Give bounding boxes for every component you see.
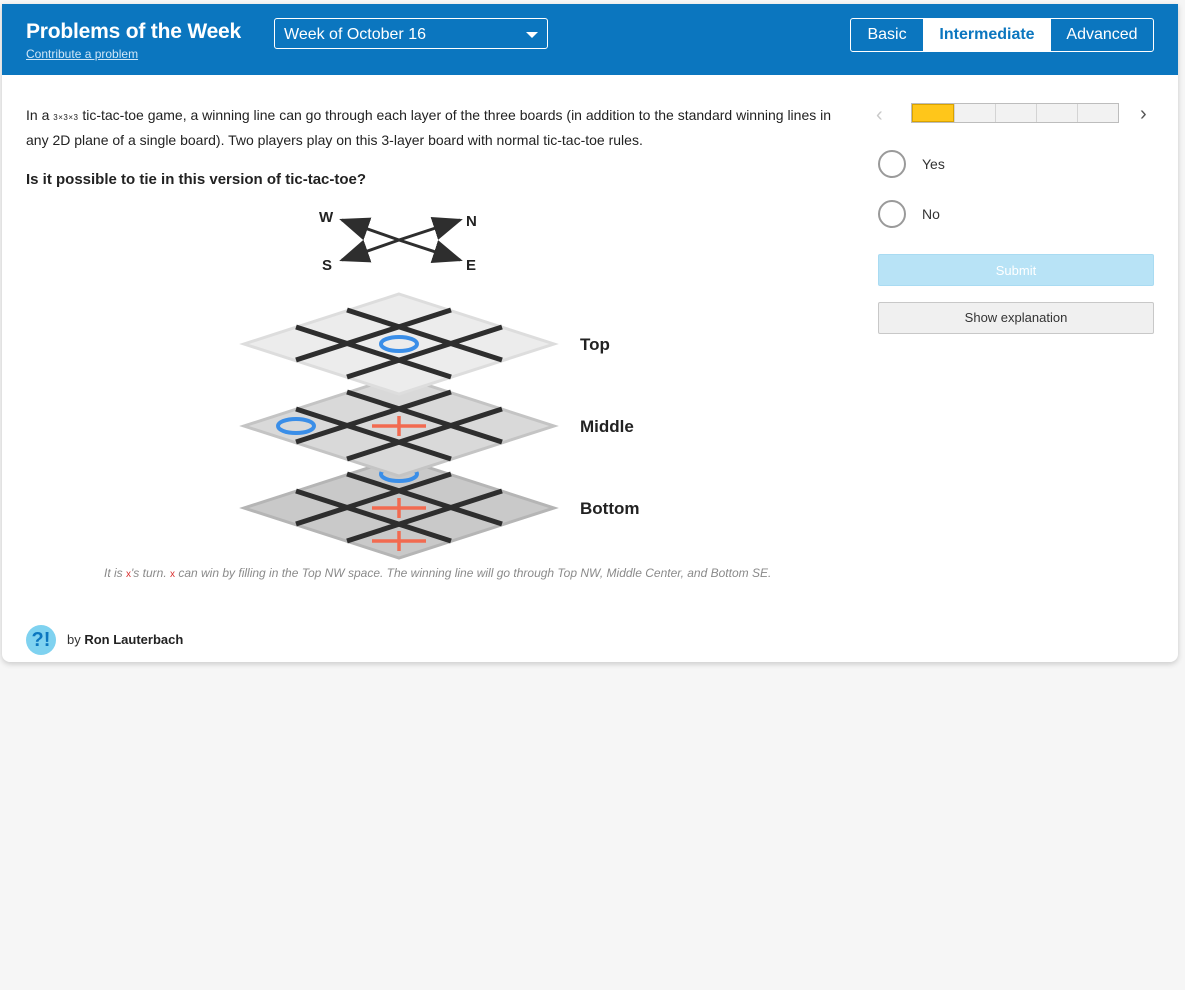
tab-intermediate[interactable]: Intermediate xyxy=(923,19,1050,51)
chevron-left-icon[interactable]: ‹ xyxy=(876,104,883,127)
caption-b: 's turn. xyxy=(131,566,170,580)
caption-c: can win by filling in the Top NW space. … xyxy=(175,566,772,580)
tab-basic[interactable]: Basic xyxy=(851,19,923,51)
problem-card: Problems of the Week Contribute a proble… xyxy=(2,4,1178,662)
submit-button[interactable]: Submit xyxy=(878,254,1154,286)
layer-label-top: Top xyxy=(580,335,610,354)
brilliant-logo-icon: ?! xyxy=(26,625,56,655)
problem-progress xyxy=(911,103,1119,123)
layer-label-middle: Middle xyxy=(580,417,634,436)
layer-label-bottom: Bottom xyxy=(580,499,639,518)
progress-segment xyxy=(912,104,954,122)
level-tabs: Basic Intermediate Advanced xyxy=(850,18,1154,52)
progress-segment xyxy=(1077,104,1118,122)
figure-caption: It is x's turn. x can win by filling in … xyxy=(104,566,804,580)
compass-w: W xyxy=(319,209,334,226)
radio-no[interactable] xyxy=(878,200,906,228)
tab-advanced[interactable]: Advanced xyxy=(1050,19,1153,51)
compass: W N S E xyxy=(319,209,477,274)
tic-tac-toe-figure: W N S E Top Middle Bottom xyxy=(239,209,639,560)
layer-top xyxy=(239,292,559,396)
chevron-right-icon[interactable]: › xyxy=(1140,103,1147,126)
progress-segment xyxy=(1036,104,1077,122)
author-by-label: by xyxy=(67,632,85,647)
compass-n: N xyxy=(466,213,477,230)
compass-s: S xyxy=(322,257,332,274)
radio-yes[interactable] xyxy=(878,150,906,178)
choice-no-label: No xyxy=(922,206,940,222)
author-name[interactable]: Ron Lauterbach xyxy=(84,632,183,647)
compass-e: E xyxy=(466,257,476,274)
progress-segment xyxy=(954,104,995,122)
caption-a: It is xyxy=(104,566,127,580)
choice-yes-label: Yes xyxy=(922,156,945,172)
show-explanation-button[interactable]: Show explanation xyxy=(878,302,1154,334)
progress-segment xyxy=(995,104,1036,122)
author-by: by Ron Lauterbach xyxy=(67,632,183,647)
